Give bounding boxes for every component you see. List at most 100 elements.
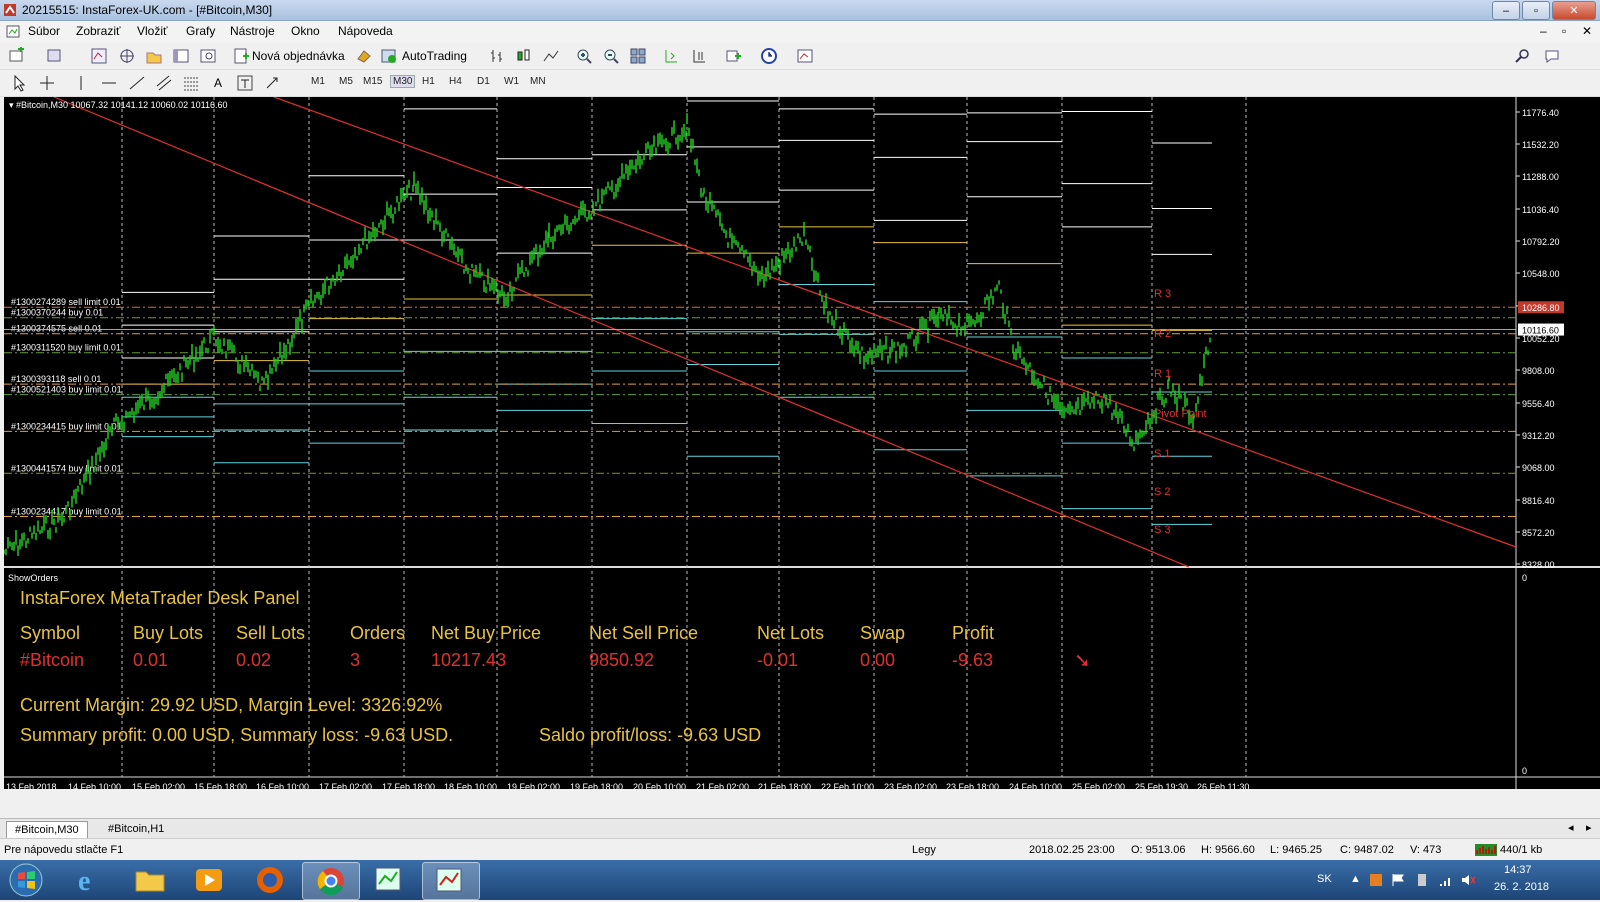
metaeditor-icon[interactable] — [355, 47, 373, 65]
clock-date[interactable]: 26. 2. 2018 — [1494, 881, 1549, 893]
data-window-icon[interactable] — [118, 47, 136, 65]
time-axis-label: 18 Feb 10:00 — [444, 782, 497, 789]
search-icon[interactable] — [1514, 47, 1532, 65]
tab-scroll-right-icon[interactable]: ▸ — [1586, 821, 1592, 834]
taskbar-explorer[interactable] — [122, 862, 178, 898]
market-watch-icon[interactable] — [90, 47, 108, 65]
time-axis-label: 26 Feb 11:30 — [1197, 782, 1249, 789]
child-minimize-icon[interactable]: – — [1540, 24, 1547, 38]
chat-icon[interactable] — [1544, 47, 1562, 65]
horizontal-line-icon[interactable] — [100, 74, 118, 92]
price-chart[interactable]: #1300274289 sell limit 0.01#1300370244 b… — [4, 97, 1600, 789]
timeframe-mn[interactable]: MN — [530, 76, 546, 87]
panel-value: #Bitcoin — [20, 650, 84, 670]
timeframe-m5[interactable]: M5 — [339, 76, 353, 87]
tab-scroll-left-icon[interactable]: ◂ — [1568, 821, 1574, 834]
panel-value: -0.01 — [757, 650, 798, 670]
price-axis-label: 8328.00 — [1522, 560, 1555, 570]
pivot-label: R 2 — [1154, 328, 1171, 340]
chart-shift-icon[interactable] — [662, 47, 680, 65]
crosshair-icon[interactable] — [38, 74, 56, 92]
time-axis-label: 22 Feb 10:00 — [821, 782, 874, 789]
timeframe-m15[interactable]: M15 — [363, 76, 382, 87]
panel-value: -9.63 — [952, 650, 993, 670]
menu-help[interactable]: Nápoveda — [338, 24, 393, 38]
panel-value: 0.02 — [236, 650, 271, 670]
close-button[interactable]: ✕ — [1552, 1, 1596, 20]
text-label-icon[interactable] — [236, 74, 254, 92]
text-tool-icon[interactable]: A — [214, 76, 222, 90]
child-restore-icon[interactable]: ▫ — [1562, 24, 1566, 38]
volume-muted-icon[interactable] — [1460, 872, 1476, 888]
action-center-flag-icon[interactable] — [1390, 872, 1406, 888]
tile-windows-icon[interactable] — [629, 47, 647, 65]
bar-chart-icon[interactable] — [488, 47, 506, 65]
time-axis-label: 25 Feb 19:30 — [1135, 782, 1188, 789]
zoom-in-icon[interactable] — [575, 47, 593, 65]
clock-time[interactable]: 14:37 — [1504, 864, 1532, 876]
new-chart-icon[interactable] — [8, 47, 26, 65]
menu-window[interactable]: Okno — [291, 24, 320, 38]
new-order-button[interactable]: Nová objednávka — [252, 49, 345, 63]
menu-view[interactable]: Zobraziť — [76, 24, 121, 38]
tray-expand-icon[interactable]: ▲ — [1350, 873, 1361, 885]
zoom-out-icon[interactable] — [602, 47, 620, 65]
vertical-line-icon[interactable] — [72, 74, 90, 92]
taskbar-ie[interactable]: e — [62, 862, 118, 898]
profiles-icon[interactable] — [46, 47, 64, 65]
window-controls: – ▫ ✕ — [1492, 1, 1596, 20]
cursor-icon[interactable] — [10, 74, 28, 92]
chart-window[interactable]: #1300274289 sell limit 0.01 #1300370244 b… — [4, 97, 1600, 789]
tab-bitcoin-h1[interactable]: #Bitcoin,H1 — [100, 821, 172, 837]
autoscroll-icon[interactable] — [690, 47, 708, 65]
trendline-icon[interactable] — [128, 74, 146, 92]
indicators-icon[interactable] — [725, 47, 743, 65]
autotrading-icon[interactable] — [380, 47, 398, 65]
taskbar-metatrader-2[interactable] — [422, 862, 480, 900]
price-axis-label: 10548.00 — [1522, 269, 1560, 279]
minimize-button[interactable]: – — [1492, 1, 1520, 20]
tray-app-icon[interactable] — [1368, 872, 1384, 888]
timeframe-h4[interactable]: H4 — [449, 76, 462, 87]
time-axis-label: 19 Feb 18:00 — [570, 782, 623, 789]
current-price-label: 10116.60 — [1522, 326, 1559, 336]
metatrader-icon — [436, 868, 462, 892]
tab-bitcoin-m30[interactable]: #Bitcoin,M30 — [6, 821, 88, 838]
candlestick-icon[interactable] — [515, 47, 533, 65]
document-icon[interactable] — [6, 25, 20, 38]
menu-charts[interactable]: Grafy — [186, 24, 215, 38]
line-chart-icon[interactable] — [542, 47, 560, 65]
network-signal-icon[interactable] — [1438, 872, 1454, 888]
timeframe-w1[interactable]: W1 — [504, 76, 519, 87]
restore-button[interactable]: ▫ — [1522, 1, 1550, 20]
keyboard-language[interactable]: SK — [1317, 873, 1332, 885]
timeframe-d1[interactable]: D1 — [477, 76, 490, 87]
taskbar-media-player[interactable] — [182, 862, 238, 898]
terminal-icon[interactable] — [172, 47, 190, 65]
connection-bars-icon[interactable] — [1475, 844, 1497, 856]
menu-tools[interactable]: Nástroje — [230, 24, 275, 38]
order-label: #1300374575 sell 0.01 — [11, 324, 102, 334]
equidistant-channel-icon[interactable] — [155, 74, 173, 92]
taskbar-firefox[interactable] — [242, 862, 298, 898]
taskbar-chrome[interactable] — [302, 862, 360, 900]
timeframe-m1[interactable]: M1 — [311, 76, 325, 87]
arrows-icon[interactable] — [264, 74, 282, 92]
menu-file[interactable]: Súbor — [28, 24, 60, 38]
timeframe-h1[interactable]: H1 — [422, 76, 435, 87]
start-button-icon[interactable] — [6, 862, 46, 898]
fibonacci-icon[interactable] — [182, 74, 200, 92]
taskbar-metatrader-1[interactable] — [362, 862, 418, 898]
periods-clock-icon[interactable] — [760, 47, 778, 65]
new-order-icon[interactable] — [232, 47, 250, 65]
timeframe-m30[interactable]: M30 — [390, 75, 416, 88]
time-axis-label: 20 Feb 10:00 — [633, 782, 686, 789]
usb-device-icon[interactable] — [1414, 872, 1430, 888]
autotrading-button[interactable]: AutoTrading — [402, 49, 467, 63]
child-close-icon[interactable]: ✕ — [1582, 24, 1592, 38]
strategy-tester-icon[interactable] — [199, 47, 217, 65]
templates-icon[interactable] — [796, 47, 814, 65]
menu-insert[interactable]: Vložiť — [137, 24, 168, 38]
panel-value: 0.00 — [860, 650, 895, 670]
navigator-icon[interactable] — [145, 47, 163, 65]
